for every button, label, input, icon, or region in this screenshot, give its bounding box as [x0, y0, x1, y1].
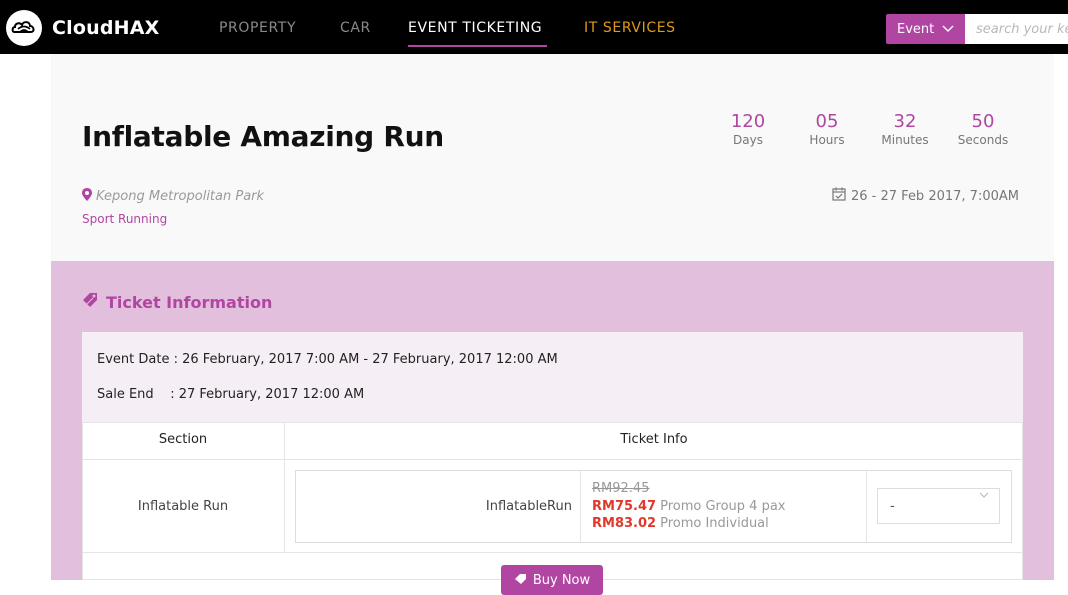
price-option-group: RM75.47 Promo Group 4 pax [592, 499, 785, 514]
price-individual-amount: RM83.02 [592, 516, 657, 531]
calendar-icon [832, 187, 846, 205]
table-header-divider [82, 459, 1023, 460]
map-pin-icon [82, 188, 92, 205]
countdown-days-label: Days [733, 133, 763, 147]
countdown-minutes-label: Minutes [881, 133, 929, 147]
price-group-amount: RM75.47 [592, 499, 657, 514]
buy-now-label: Buy Now [532, 573, 591, 588]
ticket-row-divider-1 [580, 471, 581, 542]
price-individual-label: Promo Individual [660, 516, 769, 531]
event-category-link[interactable]: Sport Running [82, 212, 167, 226]
event-date-line: Event Date : 26 February, 2017 7:00 AM -… [97, 352, 558, 367]
event-dates-panel [82, 332, 1023, 422]
table-row-section: Inflatable Run [137, 499, 229, 514]
countdown-seconds-label: Seconds [957, 133, 1009, 147]
quantity-value: - [890, 498, 895, 514]
ticket-information-heading: Ticket Information [82, 292, 272, 312]
brand-logo[interactable]: CloudHAX [6, 10, 160, 46]
date-range-text: 26 - 27 Feb 2017, 7:00AM [851, 188, 1019, 204]
nav-it-services[interactable]: IT SERVICES [584, 20, 676, 36]
nav-event-ticketing[interactable]: EVENT TICKETING [408, 20, 542, 36]
event-title: Inflatable Amazing Run [82, 120, 444, 153]
table-row-ticket-name: InflatableRun [485, 499, 572, 514]
nav-property[interactable]: PROPERTY [219, 20, 296, 36]
nav-active-indicator [408, 45, 547, 47]
cloud-logo-icon [6, 10, 42, 46]
ticket-tag-icon [82, 292, 100, 312]
brand-name: CloudHAX [52, 17, 160, 39]
search-input[interactable] [965, 14, 1068, 44]
column-header-ticket-info: Ticket Info [620, 432, 688, 447]
countdown-hours-value: 05 [815, 111, 839, 132]
nav-car[interactable]: CAR [340, 20, 371, 36]
original-price: RM92.45 [592, 481, 650, 496]
countdown-seconds-value: 50 [971, 111, 995, 132]
chevron-down-icon [942, 23, 954, 36]
price-option-individual: RM83.02 Promo Individual [592, 516, 769, 531]
sale-end-line: Sale End : 27 February, 2017 12:00 AM [97, 387, 365, 402]
buy-now-button[interactable]: Buy Now [501, 565, 603, 595]
search-category-label: Event [897, 21, 935, 37]
countdown-days-value: 120 [730, 111, 766, 132]
table-row-divider [82, 552, 1023, 553]
search-category-select[interactable]: Event [886, 14, 965, 44]
top-navbar: CloudHAX PROPERTY CAR EVENT TICKETING IT… [0, 0, 1068, 54]
venue-text: Kepong Metropolitan Park [96, 189, 265, 204]
chevron-down-icon [979, 491, 989, 502]
event-venue: Kepong Metropolitan Park [82, 188, 264, 205]
ticket-heading-text: Ticket Information [106, 292, 273, 312]
event-header-card [51, 54, 1054, 261]
event-date-range: 26 - 27 Feb 2017, 7:00AM [832, 187, 1019, 205]
table-column-divider [284, 422, 285, 553]
ticket-row-divider-2 [866, 471, 867, 542]
ticket-icon [514, 573, 528, 589]
ticket-quantity-select[interactable]: - [877, 488, 1000, 524]
countdown-minutes-value: 32 [893, 111, 917, 132]
countdown-hours-label: Hours [809, 133, 845, 147]
column-header-section: Section [158, 432, 208, 447]
price-group-label: Promo Group 4 pax [660, 499, 786, 514]
